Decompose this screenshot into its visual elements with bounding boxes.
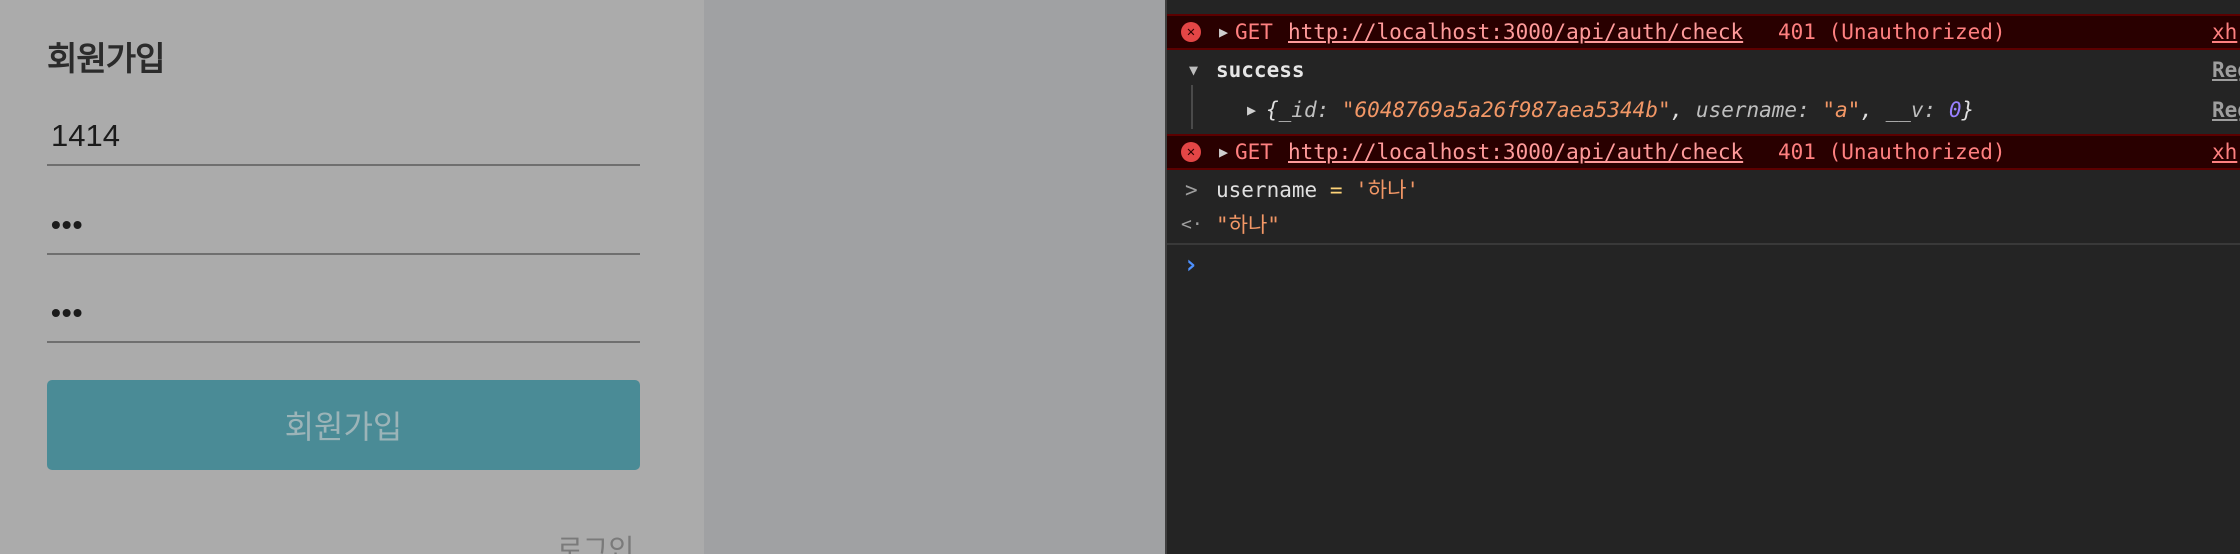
input-operator: = [1329,178,1343,202]
signup-panel: 회원가입 회원가입 로그인 [0,0,704,554]
expand-triangle-icon[interactable]: ▶ [1219,136,1228,168]
console-input[interactable] [1216,250,2216,280]
error-method: GET [1235,140,1273,164]
error-source-link[interactable]: xh [2212,136,2237,168]
collapse-triangle-icon[interactable]: ▼ [1189,54,1198,86]
console-prompt-caret-icon: › [1183,250,1199,280]
result-arrow-icon: <· [1181,214,1203,235]
brace-close: } [1961,98,1975,122]
object-value: 0 [1948,98,1962,122]
object-key: _id [1278,98,1317,122]
error-source-link[interactable]: xh [2212,16,2237,48]
input-variable: username [1216,178,1318,202]
login-link[interactable]: 로그인 [557,528,634,554]
object-key: __v [1885,98,1924,122]
console-error-row[interactable]: ✕ ▶ GET http://localhost:3000/api/auth/c… [1167,134,2240,170]
console-divider [1167,243,2240,245]
console-error-row[interactable]: ✕ ▶ GET http://localhost:3000/api/auth/c… [1167,14,2240,50]
console-prompt-row[interactable]: › [1167,248,2240,282]
expand-triangle-icon[interactable]: ▶ [1247,94,1256,126]
result-value: "하나" [1216,209,1280,241]
console-input-row: > username = '하나' [1167,174,2240,206]
error-status: 401 (Unauthorized) [1778,140,2006,164]
object-key: username [1695,98,1798,122]
error-icon: ✕ [1181,142,1201,162]
object-value: "6048769a5a26f987aea5344b" [1341,98,1671,122]
error-url-link[interactable]: http://localhost:3000/api/auth/check [1288,16,1743,48]
brace-open: { [1266,98,1279,122]
object-preview: {_id: "6048769a5a26f987aea5344b", userna… [1266,98,1975,122]
devtools-console[interactable]: ✕ ▶ GET http://localhost:3000/api/auth/c… [1165,0,2240,554]
page-title: 회원가입 [47,39,165,78]
input-expression: username = '하나' [1216,174,1419,206]
page-overlay [704,0,1165,554]
input-value: '하나' [1355,178,1420,202]
prompt-chevron-icon: > [1185,178,1198,202]
error-status: 401 (Unauthorized) [1778,20,2006,44]
error-method: GET [1235,20,1273,44]
error-url-link[interactable]: http://localhost:3000/api/auth/check [1288,136,1743,168]
console-result-row: <· "하나" [1167,209,2240,241]
group-source-link[interactable]: RegisterFo [2212,54,2240,86]
group-label: success [1216,58,1305,82]
console-object-row[interactable]: ▶ {_id: "6048769a5a26f987aea5344b", user… [1167,94,2240,126]
error-icon: ✕ [1181,22,1201,42]
username-field[interactable] [47,108,640,166]
password-confirm-field[interactable] [47,285,640,343]
password-field[interactable] [47,197,640,255]
object-value: "a" [1822,98,1861,122]
expand-triangle-icon[interactable]: ▶ [1219,16,1228,48]
console-group-header[interactable]: ▼ success RegisterFo [1167,54,2240,86]
object-source-link[interactable]: RegisterFo [2212,94,2240,126]
signup-button[interactable]: 회원가입 [47,380,640,470]
result-string: "하나" [1216,213,1280,237]
